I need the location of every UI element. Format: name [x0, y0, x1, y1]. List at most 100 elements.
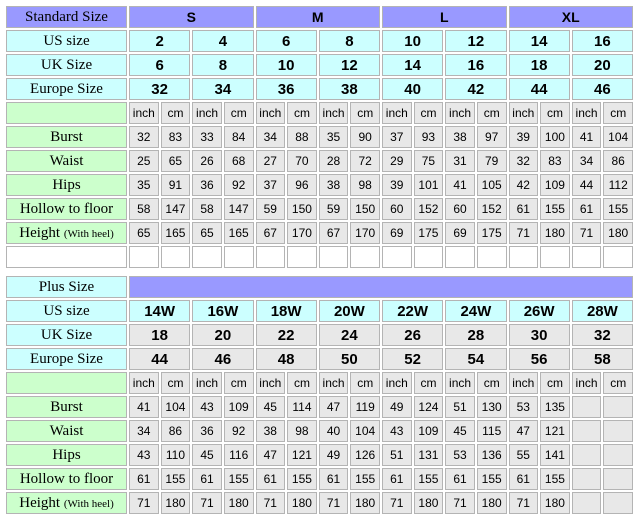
measure-value: 58 [129, 198, 159, 220]
measure-value: 109 [413, 420, 444, 442]
uk-size-value: 24 [318, 324, 380, 346]
us-size-value: 24W [445, 300, 507, 322]
uk-size-value: 8 [192, 54, 254, 76]
us-size-label: US size [6, 30, 127, 52]
measure-value: 28 [318, 150, 349, 172]
unit-header: inch [508, 102, 539, 124]
measure-value: 45 [192, 444, 222, 466]
section-gap [6, 270, 633, 274]
us-size-value: 10 [382, 30, 444, 52]
height-value: 69 [445, 222, 475, 244]
measure-value: 131 [413, 444, 444, 466]
measure-value [571, 468, 602, 490]
spacer-cell [287, 246, 317, 268]
measure-value: 61 [192, 468, 222, 490]
measure-label: Hips [6, 444, 127, 466]
us-size-value: 28W [571, 300, 633, 322]
spacer-cell [160, 246, 191, 268]
measure-value: 27 [255, 150, 286, 172]
unit-header: inch [129, 102, 159, 124]
height-value: 180 [603, 222, 633, 244]
measure-value: 32 [129, 126, 159, 148]
spacer-cell [540, 246, 570, 268]
measure-value: 86 [160, 420, 191, 442]
us-size-value: 2 [129, 30, 191, 52]
standard-title-row: Standard Size S M L XL [6, 6, 633, 28]
measure-value: 38 [318, 174, 349, 196]
us-size-value: 6 [255, 30, 317, 52]
measure-value: 115 [476, 420, 507, 442]
unit-header: inch [129, 372, 159, 394]
unit-header: inch [571, 102, 602, 124]
eu-size-value: 50 [318, 348, 380, 370]
unit-header: inch [255, 372, 286, 394]
us-size-value: 12 [445, 30, 507, 52]
measure-value: 109 [223, 396, 254, 418]
measure-value [571, 396, 602, 418]
eu-size-value: 52 [382, 348, 444, 370]
measure-value [603, 468, 633, 490]
unit-header: cm [540, 102, 570, 124]
uk-size-value: 16 [445, 54, 507, 76]
us-size-value: 26W [508, 300, 570, 322]
plus-eu-row: Europe Size 44 46 48 50 52 54 56 58 [6, 348, 633, 370]
measure-value: 75 [413, 150, 444, 172]
measure-value: 155 [223, 468, 254, 490]
measure-value: 41 [571, 126, 602, 148]
measure-value: 141 [540, 444, 570, 466]
measure-value: 83 [540, 150, 570, 172]
us-size-value: 14 [508, 30, 570, 52]
uk-size-value: 14 [382, 54, 444, 76]
measure-label: Hollow to floor [6, 198, 127, 220]
measure-value [603, 396, 633, 418]
unit-header: cm [223, 372, 254, 394]
unit-header: cm [540, 372, 570, 394]
spacer-row [6, 246, 633, 268]
measure-value: 37 [255, 174, 286, 196]
measure-value: 61 [508, 198, 539, 220]
measure-value: 31 [445, 150, 475, 172]
eu-size-value: 38 [318, 78, 380, 100]
eu-size-value: 48 [255, 348, 317, 370]
height-value: 69 [382, 222, 412, 244]
measure-value: 96 [287, 174, 317, 196]
unit-header: inch [382, 372, 412, 394]
measure-value: 112 [603, 174, 633, 196]
spacer-cell [508, 246, 539, 268]
height-value: 65 [192, 222, 222, 244]
eu-size-value: 44 [129, 348, 191, 370]
measure-label: Burst [6, 126, 127, 148]
size-header: M [255, 6, 380, 28]
measure-value: 155 [287, 468, 317, 490]
measure-value [603, 420, 633, 442]
measure-value: 121 [287, 444, 317, 466]
eu-size-label: Europe Size [6, 78, 127, 100]
us-size-value: 16 [571, 30, 633, 52]
measure-value: 38 [445, 126, 475, 148]
eu-size-value: 58 [571, 348, 633, 370]
uk-size-value: 6 [129, 54, 191, 76]
unit-header: inch [382, 102, 412, 124]
measure-value: 79 [476, 150, 507, 172]
uk-size-value: 10 [255, 54, 317, 76]
measure-value: 60 [445, 198, 475, 220]
measure-value: 110 [160, 444, 191, 466]
uk-size-label: UK Size [6, 324, 127, 346]
measure-value: 25 [129, 150, 159, 172]
us-size-value: 14W [129, 300, 191, 322]
measure-value: 39 [382, 174, 412, 196]
standard-measure-row: Burst 32 83 33 84 34 88 35 90 37 93 38 97 39 100 41 104 [6, 126, 633, 148]
measure-value: 53 [508, 396, 539, 418]
measure-value: 43 [192, 396, 222, 418]
measure-value: 36 [192, 420, 222, 442]
uk-size-value: 20 [192, 324, 254, 346]
measure-value: 47 [508, 420, 539, 442]
plus-units-row: inch cm inch cm inch cm inch cm inch cm inch cm inch… [6, 372, 633, 394]
uk-size-value: 20 [571, 54, 633, 76]
uk-size-value: 32 [571, 324, 633, 346]
plus-measure-row: Burst 41 104 43 109 45 114 47 119 49 124 51 130 53 135 [6, 396, 633, 418]
measure-value: 43 [382, 420, 412, 442]
unit-header: inch [445, 372, 475, 394]
measure-value: 61 [571, 198, 602, 220]
uk-size-value: 30 [508, 324, 570, 346]
